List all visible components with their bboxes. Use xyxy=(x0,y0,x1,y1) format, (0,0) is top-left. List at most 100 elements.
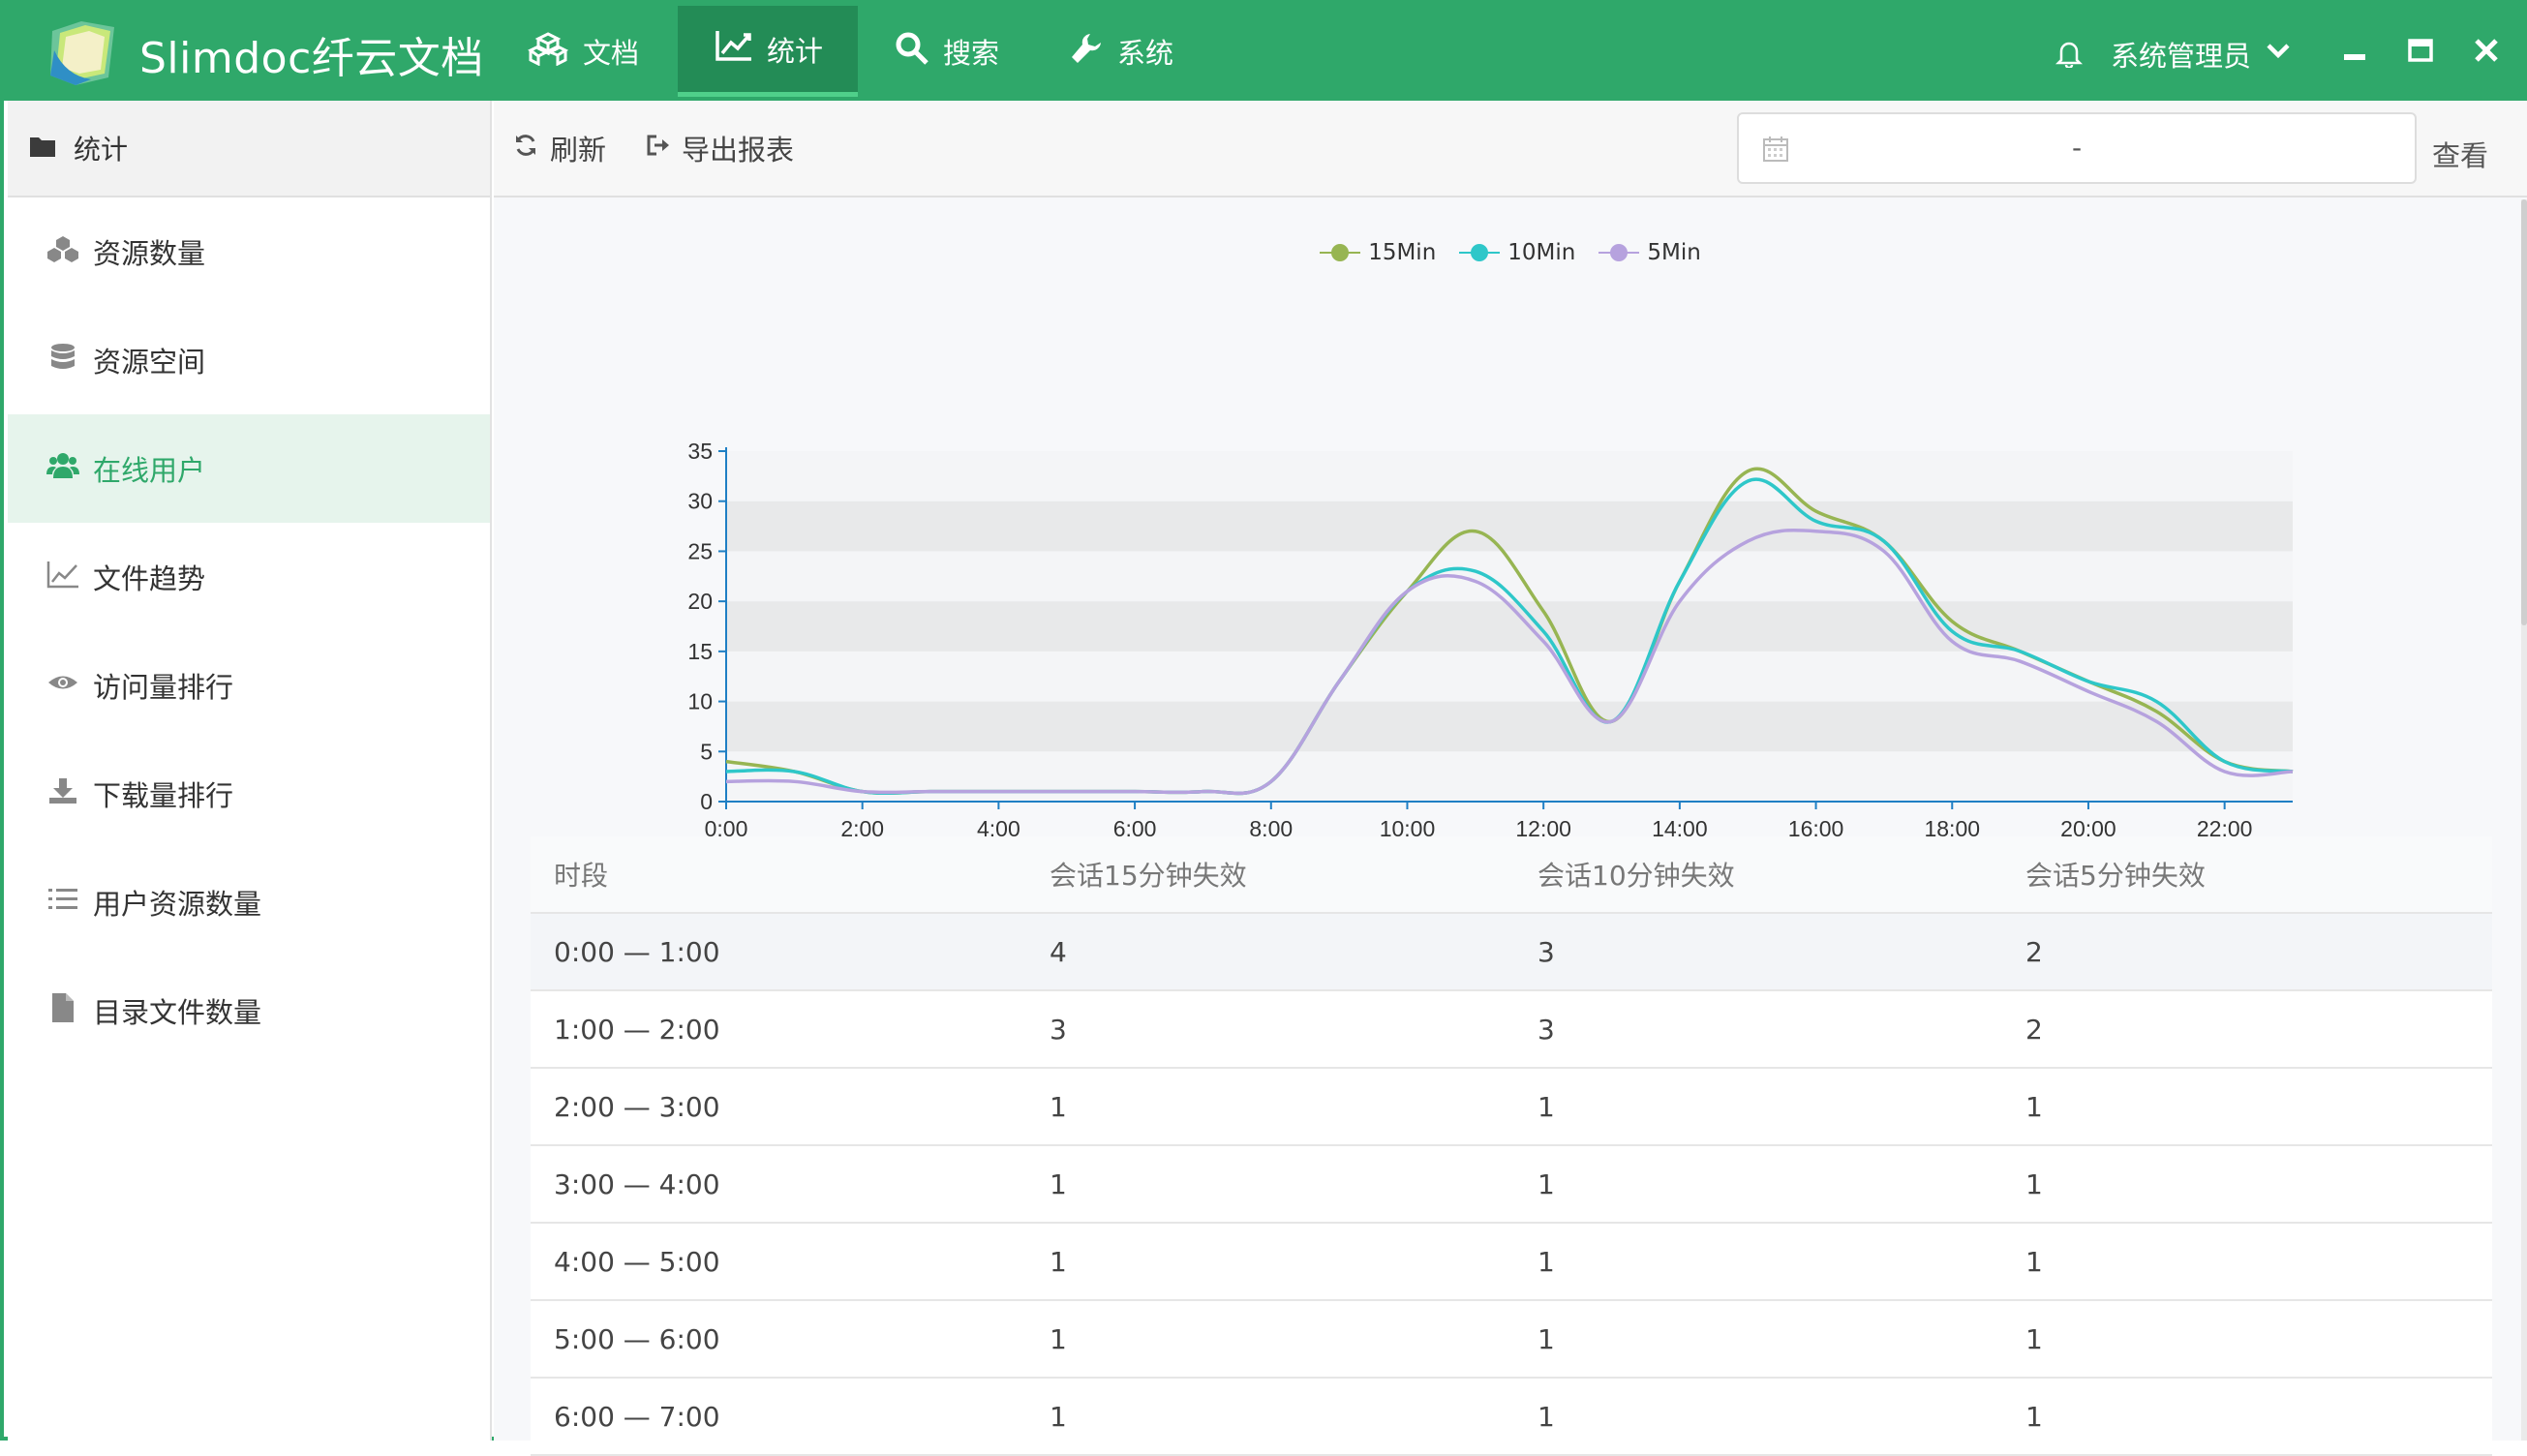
scrollbar-thumb[interactable] xyxy=(2521,199,2527,625)
sign-out-icon xyxy=(645,132,682,165)
area-chart-icon xyxy=(46,560,93,595)
table-cell: 1 xyxy=(1050,1400,1067,1433)
download-icon xyxy=(46,776,93,812)
table-cell: 2 xyxy=(2025,1013,2043,1046)
y-axis-tick-label: 30 xyxy=(687,489,713,514)
table-row[interactable]: 3:00 — 4:00 1 1 1 xyxy=(531,1146,2492,1224)
sidebar-item-download-rank[interactable]: 下载量排行 xyxy=(8,740,490,848)
sidebar-item-resource-space[interactable]: 资源空间 xyxy=(8,306,490,414)
sidebar-item-label: 在线用户 xyxy=(93,454,206,487)
close-icon xyxy=(2475,39,2498,62)
table-cell: 3 xyxy=(1538,935,1555,968)
chart-grid-band xyxy=(726,601,2293,652)
column-header: 会话10分钟失效 xyxy=(1538,860,1735,892)
minimize-icon xyxy=(2344,54,2365,60)
table-cell: 3 xyxy=(1050,1013,1067,1046)
refresh-icon xyxy=(513,132,550,165)
refresh-button[interactable]: 刷新 xyxy=(513,128,606,168)
minimize-button[interactable] xyxy=(2337,33,2372,68)
nav-tab-label: 文档 xyxy=(583,37,640,70)
nav-tab-search[interactable]: 搜索 xyxy=(895,6,1011,97)
table-cell: 1 xyxy=(1538,1400,1555,1433)
chart-plot: 051015202530350:00 2:00 4:00 6:00 8:00 10:00 1… xyxy=(687,439,2294,841)
table-cell: 2:00 — 3:00 xyxy=(554,1090,720,1123)
export-label: 导出报表 xyxy=(682,134,795,167)
table-cell: 1 xyxy=(2025,1245,2043,1278)
sidebar-item-resource-count[interactable]: 资源数量 xyxy=(8,197,490,306)
table-cell: 0:00 — 1:00 xyxy=(554,935,720,968)
database-icon xyxy=(46,342,93,379)
sidebar-item-label: 下载量排行 xyxy=(93,779,234,812)
sidebar-item-label: 用户资源数量 xyxy=(93,888,262,921)
toolbar: 刷新 导出报表 - 查看 xyxy=(494,101,2527,197)
app-title: Slimdoc纤云文档 xyxy=(139,34,484,83)
column-header: 时段 xyxy=(554,860,609,892)
table-cell: 1 xyxy=(1538,1090,1555,1123)
search-icon xyxy=(895,31,943,73)
table-cell: 1 xyxy=(1538,1168,1555,1200)
chevron-down-icon[interactable] xyxy=(2266,43,2291,64)
users-icon xyxy=(46,451,93,487)
table-row[interactable]: 4:00 — 5:00 1 1 1 xyxy=(531,1224,2492,1301)
nav-tab-system[interactable]: 系统 xyxy=(1069,6,1185,97)
chart-grid-band xyxy=(726,451,2293,501)
table-cell: 1 xyxy=(1538,1322,1555,1355)
sidebar: 统计 资源数量 资源空间 在线用户 文件趋势 访问量排行 下载量排行 用户资源数… xyxy=(8,101,492,1441)
chart-grid-band xyxy=(726,500,2293,552)
sidebar-item-folder-files[interactable]: 目录文件数量 xyxy=(8,956,490,1065)
sidebar-item-visit-rank[interactable]: 访问量排行 xyxy=(8,631,490,740)
sidebar-item-file-trend[interactable]: 文件趋势 xyxy=(8,523,490,631)
y-axis-tick-label: 35 xyxy=(687,439,713,464)
file-icon xyxy=(46,992,93,1030)
date-range-input[interactable]: - xyxy=(1737,112,2417,184)
nav-tab-docs[interactable]: 文档 xyxy=(527,6,662,97)
table-cell: 2 xyxy=(2025,935,2043,968)
column-header: 会话15分钟失效 xyxy=(1050,860,1247,892)
folder-icon xyxy=(29,133,74,165)
date-range-separator: - xyxy=(2071,132,2083,164)
top-bar: Slimdoc纤云文档 文档 统计 搜索 系统 系统管理员 xyxy=(4,0,2527,101)
maximize-icon xyxy=(2408,39,2433,62)
refresh-label: 刷新 xyxy=(550,134,607,167)
view-button[interactable]: 查看 xyxy=(2432,134,2488,174)
nav-tab-label: 搜索 xyxy=(943,37,1000,70)
chart-grid-band xyxy=(726,701,2293,752)
y-axis-tick-label: 5 xyxy=(700,739,713,764)
table-cell: 1 xyxy=(2025,1400,2043,1433)
sidebar-item-user-resources[interactable]: 用户资源数量 xyxy=(8,848,490,956)
eye-icon xyxy=(46,669,93,702)
y-axis-tick-label: 15 xyxy=(687,639,713,664)
table-cell: 1 xyxy=(2025,1090,2043,1123)
y-axis-tick-label: 0 xyxy=(700,789,713,814)
sidebar-item-label: 资源数量 xyxy=(93,237,206,270)
table-header: 时段 会话15分钟失效 会话10分钟失效 会话5分钟失效 xyxy=(531,836,2492,914)
export-report-button[interactable]: 导出报表 xyxy=(645,128,794,168)
table-cell: 1 xyxy=(2025,1168,2043,1200)
table-cell: 6:00 — 7:00 xyxy=(554,1400,720,1433)
table-row[interactable]: 6:00 — 7:00 1 1 1 xyxy=(531,1379,2492,1456)
nav-tab-stats[interactable]: 统计 xyxy=(678,6,858,97)
table-row[interactable]: 2:00 — 3:00 1 1 1 xyxy=(531,1069,2492,1146)
online-users-table: 时段 会话15分钟失效 会话10分钟失效 会话5分钟失效 0:00 — 1:00… xyxy=(531,836,2492,1456)
y-axis-tick-label: 20 xyxy=(687,589,713,614)
sidebar-item-label: 目录文件数量 xyxy=(93,996,262,1029)
close-button[interactable] xyxy=(2469,33,2504,68)
sidebar-header: 统计 xyxy=(8,101,490,197)
user-name[interactable]: 系统管理员 xyxy=(2111,34,2251,75)
column-header: 会话5分钟失效 xyxy=(2025,860,2206,892)
table-row[interactable]: 5:00 — 6:00 1 1 1 xyxy=(531,1301,2492,1379)
table-row[interactable]: 0:00 — 1:00 4 3 2 xyxy=(531,914,2492,991)
app-window: Slimdoc纤云文档 文档 统计 搜索 系统 系统管理员 统计 资源数量 资源… xyxy=(0,0,2527,1456)
list-icon xyxy=(46,885,93,921)
maximize-button[interactable] xyxy=(2403,33,2438,68)
sidebar-item-online-users[interactable]: 在线用户 xyxy=(8,414,490,523)
table-cell: 1:00 — 2:00 xyxy=(554,1013,720,1046)
table-row[interactable]: 1:00 — 2:00 3 3 2 xyxy=(531,991,2492,1069)
table-cell: 4:00 — 5:00 xyxy=(554,1245,720,1278)
table-cell: 1 xyxy=(1050,1322,1067,1355)
bell-icon[interactable] xyxy=(2055,39,2084,72)
wrench-icon xyxy=(1069,31,1117,73)
main-content: 刷新 导出报表 - 查看 15Min 10Min 5Min 0 5 10 15 … xyxy=(494,101,2527,1456)
sidebar-item-label: 访问量排行 xyxy=(93,671,234,704)
sidebar-header-label: 统计 xyxy=(74,134,129,166)
